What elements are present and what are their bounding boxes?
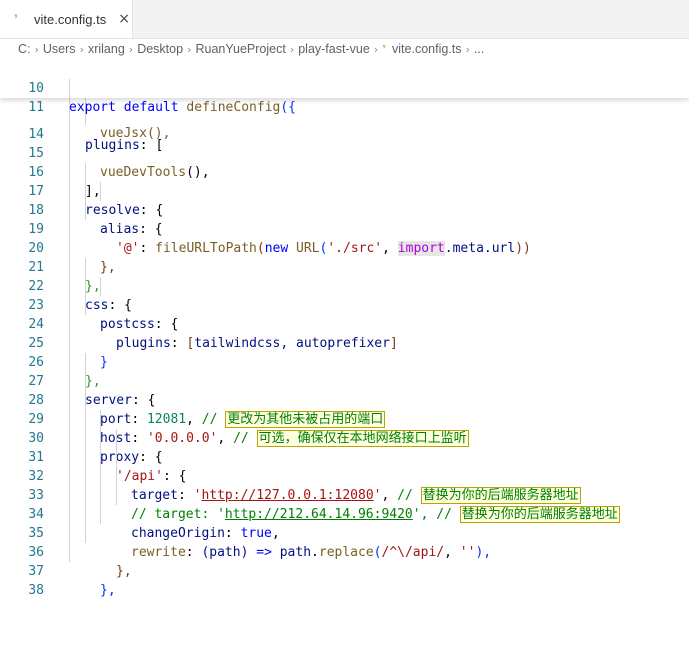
bracket: ({	[280, 100, 296, 115]
code-line[interactable]: 25 },	[0, 315, 689, 389]
breadcrumb: C: › Users › xrilang › Desktop › RuanYue…	[0, 38, 689, 60]
code-line[interactable]: 10 export default defineConfig({	[0, 60, 689, 115]
code-line[interactable]: 17 alias: {	[0, 163, 689, 237]
chevron-right-icon: ›	[34, 42, 39, 56]
punctuation: : [	[139, 138, 164, 153]
chevron-right-icon: ›	[289, 42, 295, 56]
code-line[interactable]: 31 target: 'http://127.0.0.1:12080', // …	[0, 429, 689, 504]
indent-guide	[69, 79, 70, 98]
code-line[interactable]: 37 },	[0, 543, 689, 579]
code-line[interactable]: 39	[0, 581, 689, 598]
breadcrumb-file[interactable]: vite.config.ts	[392, 42, 461, 56]
function-name: defineConfig	[186, 100, 281, 115]
code-line[interactable]: 27 port: 12081, // 更改为其他未被占用的端口	[0, 353, 689, 428]
typescript-file-icon: ❜	[382, 42, 387, 56]
code-line[interactable]: 18 '@': fileURLToPath(new URL('./src', i…	[0, 182, 689, 256]
chevron-right-icon: ›	[128, 42, 134, 56]
breadcrumb-user[interactable]: xrilang	[88, 42, 125, 56]
chevron-right-icon: ›	[373, 42, 379, 56]
close-icon[interactable]: ×	[118, 11, 130, 27]
code-line[interactable]: 38 })	[0, 562, 689, 598]
code-line[interactable]: 30 '/api': {	[0, 410, 689, 484]
keyword: default	[123, 100, 179, 115]
breadcrumb-folder[interactable]: play-fast-vue	[298, 42, 370, 56]
code-line[interactable]: 23 plugins: [tailwindcss, autoprefixer]	[0, 277, 689, 351]
code-line[interactable]: 36 },	[0, 524, 689, 598]
code-line[interactable]: 19 },	[0, 201, 689, 275]
chevron-right-icon: ›	[187, 42, 192, 56]
breadcrumb-project[interactable]: RuanYueProject	[195, 42, 285, 56]
code-line[interactable]: 21 css: {	[0, 239, 689, 313]
chevron-right-icon: ›	[465, 42, 470, 56]
code-line[interactable]: 11 plugins: [	[0, 79, 689, 153]
code-line[interactable]: 33 changeOrigin: true,	[0, 467, 689, 541]
code-line[interactable]: 28 host: '0.0.0.0', // 可选，确保仅在本地网络接口上监听	[0, 372, 689, 447]
chevron-right-icon: ›	[79, 42, 84, 56]
breadcrumb-drive[interactable]: C:	[18, 42, 31, 56]
keyword: export	[69, 100, 116, 115]
code-line[interactable]: 34 rewrite: (path) => path.replace(/^\/a…	[0, 486, 689, 560]
code-line[interactable]: 24 }	[0, 296, 689, 370]
line-number: 11	[28, 100, 44, 115]
tab-vite-config[interactable]: ❜ vite.config.ts ×	[0, 0, 133, 38]
code-line[interactable]: 32 // target: 'http://212.64.14.96:9420'…	[0, 448, 689, 523]
breadcrumb-desktop[interactable]: Desktop	[137, 42, 183, 56]
code-editor[interactable]: vueJsx(), 14 vueDevTools(), 15 ], 16 res…	[0, 98, 689, 598]
code-line[interactable]: 35 },	[0, 505, 689, 579]
typescript-file-icon: ❜	[14, 12, 19, 26]
sticky-scroll-header[interactable]: 10 export default defineConfig({ 11 plug…	[0, 60, 689, 153]
code-line[interactable]: 26 server: {	[0, 334, 689, 408]
code-line[interactable]: 22 postcss: {	[0, 258, 689, 332]
property: plugins	[85, 138, 140, 153]
breadcrumb-users[interactable]: Users	[43, 42, 76, 56]
breadcrumb-more[interactable]: ...	[474, 42, 484, 56]
editor-tab-bar: ❜ vite.config.ts ×	[0, 0, 689, 39]
tab-label: vite.config.ts	[34, 11, 107, 27]
code-line[interactable]: 29 proxy: {	[0, 391, 689, 465]
code-line[interactable]: 20 },	[0, 220, 689, 294]
